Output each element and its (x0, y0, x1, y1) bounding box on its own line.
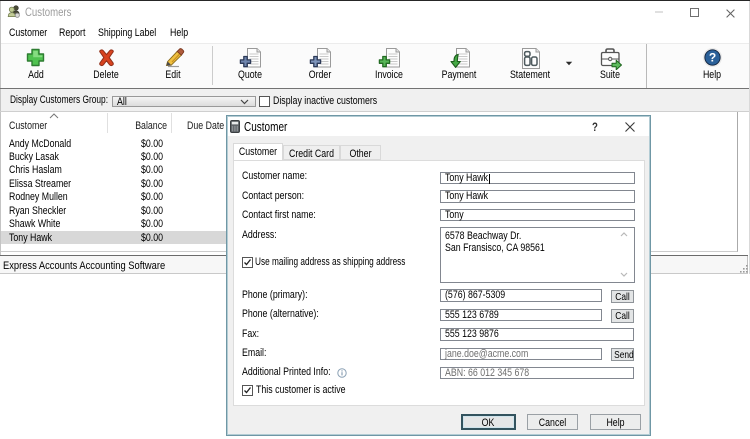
svg-text:?: ? (709, 51, 716, 65)
